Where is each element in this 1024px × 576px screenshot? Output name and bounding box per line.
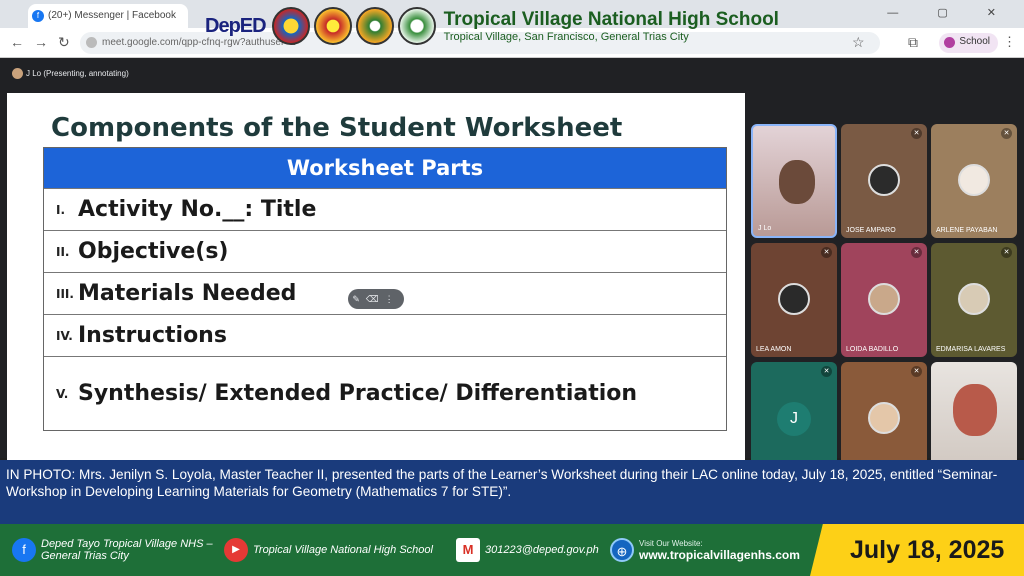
globe-icon: ⊕ <box>610 538 634 562</box>
site-info-icon[interactable] <box>86 37 97 48</box>
mic-off-icon: ✕ <box>821 247 832 258</box>
participant-avatar <box>958 283 990 315</box>
window-controls[interactable]: — ▢ ✕ <box>887 6 1014 19</box>
row-number: II. <box>56 244 70 259</box>
facebook-icon: f <box>12 538 36 562</box>
email-link[interactable]: M 301223@deped.gov.ph <box>456 524 606 576</box>
mic-off-icon: ✕ <box>821 366 832 377</box>
footer-bar: f Deped Tayo Tropical Village NHS – Gene… <box>0 524 1024 576</box>
browser-tab[interactable]: f (20+) Messenger | Facebook <box>28 4 188 28</box>
facebook-tab-icon: f <box>32 10 44 22</box>
table-row: II. Objective(s) <box>44 230 726 272</box>
facebook-link[interactable]: f Deped Tayo Tropical Village NHS – Gene… <box>12 524 222 576</box>
participant-tile[interactable]: ✕ <box>841 362 927 476</box>
youtube-icon: ▶ <box>224 538 248 562</box>
mic-off-icon: ✕ <box>911 128 922 139</box>
photo-caption: IN PHOTO: Mrs. Jenilyn S. Loyola, Master… <box>0 460 1024 524</box>
facebook-text: Deped Tayo Tropical Village NHS – Genera… <box>41 538 213 562</box>
extensions-icon[interactable]: ⧉ <box>908 34 918 51</box>
participant-initial: J <box>777 402 811 436</box>
row-text: Activity No.__: Title <box>78 197 317 222</box>
mic-off-icon: ✕ <box>911 247 922 258</box>
mic-off-icon: ✕ <box>1001 247 1012 258</box>
menu-icon[interactable]: ⋮ <box>1003 34 1016 50</box>
participant-tile[interactable]: ✕ LOIDA BADILLO <box>841 243 927 357</box>
youtube-link[interactable]: ▶ Tropical Village National High School <box>224 524 454 576</box>
presenter-label: J Lo (Presenting, annotating) <box>10 66 129 82</box>
website-link[interactable]: ⊕ Visit Our Website: www.tropicalvillage… <box>610 524 810 576</box>
participant-tile[interactable]: ✕ J <box>751 362 837 476</box>
school-header: DepED Tropical Village National High Sch… <box>205 4 779 48</box>
row-text: Objective(s) <box>78 239 229 264</box>
participant-name: ARLENE PAYABAN <box>936 227 998 234</box>
row-text: Instructions <box>78 323 227 348</box>
forward-icon[interactable]: → <box>34 34 48 50</box>
table-row: I. Activity No.__: Title <box>44 188 726 230</box>
gmail-icon: M <box>456 538 480 562</box>
participant-avatar <box>778 283 810 315</box>
division-seal-icon <box>355 7 394 45</box>
slide-title: Components of the Student Worksheet <box>51 113 623 143</box>
table-row: V. Synthesis/ Extended Practice/ Differe… <box>44 356 726 430</box>
row-number: III. <box>56 286 74 301</box>
school-address: Tropical Village, San Francisco, General… <box>443 31 689 43</box>
website-label: Visit Our Website: <box>639 538 703 548</box>
table-header: Worksheet Parts <box>44 148 726 188</box>
mic-off-icon: ✕ <box>911 366 922 377</box>
participant-avatar <box>868 164 900 196</box>
annotation-toolbar[interactable]: ✎⌫⋮ <box>348 289 404 309</box>
participant-name: LEA AMON <box>756 346 792 353</box>
row-number: V. <box>56 386 69 401</box>
participant-name: J Lo <box>758 225 772 232</box>
email-text: 301223@deped.gov.ph <box>485 544 599 556</box>
screen: f (20+) Messenger | Facebook — ▢ ✕ ← → ↻… <box>0 0 1024 576</box>
reload-icon[interactable]: ↻ <box>58 34 70 51</box>
table-row: IV. Instructions <box>44 314 726 356</box>
participant-tile[interactable]: J Lo <box>751 124 837 238</box>
row-number: IV. <box>56 328 73 343</box>
meet-area: J Lo (Presenting, annotating) Components… <box>0 58 1024 476</box>
participant-tile[interactable] <box>931 362 1017 476</box>
tab-title: (20+) Messenger | Facebook <box>48 10 176 21</box>
school-seal-icon <box>397 7 436 45</box>
row-number: I. <box>56 202 66 217</box>
general-trias-seal-icon <box>313 7 352 45</box>
participant-name: JOSE AMPARO <box>846 227 896 234</box>
participant-video <box>953 384 997 436</box>
website-url: www.tropicalvillagenhs.com <box>639 547 800 562</box>
youtube-text: Tropical Village National High School <box>253 544 433 556</box>
bookmark-star-icon[interactable]: ☆ <box>852 34 865 51</box>
participant-avatar <box>868 283 900 315</box>
back-icon[interactable]: ← <box>10 34 24 50</box>
participant-avatar <box>958 164 990 196</box>
row-text: Synthesis/ Extended Practice/ Differenti… <box>78 381 638 406</box>
bagong-pilipinas-seal-icon <box>271 7 310 45</box>
row-text: Materials Needed <box>78 281 297 306</box>
presenter-avatar <box>12 68 23 79</box>
school-title-block: Tropical Village National High School Tr… <box>444 9 779 43</box>
profile-button[interactable]: School <box>939 33 998 53</box>
deped-logo: DepED <box>205 14 267 37</box>
date-text: July 18, 2025 <box>850 536 1005 564</box>
participant-tile[interactable]: ✕ ARLENE PAYABAN <box>931 124 1017 238</box>
date-box: July 18, 2025 <box>810 524 1024 576</box>
participant-name: LOIDA BADILLO <box>846 346 899 353</box>
participant-avatar <box>868 402 900 434</box>
participant-tile[interactable]: ✕ EDMARISA LAVARES <box>931 243 1017 357</box>
participant-video <box>779 160 815 204</box>
shared-slide: Components of the Student Worksheet Work… <box>7 93 745 461</box>
participant-name: EDMARISA LAVARES <box>936 346 1006 353</box>
profile-label: School <box>959 36 990 47</box>
mic-off-icon: ✕ <box>1001 128 1012 139</box>
school-name: Tropical Village National High School <box>443 9 779 30</box>
participant-tile[interactable]: ✕ JOSE AMPARO <box>841 124 927 238</box>
participant-tile[interactable]: ✕ LEA AMON <box>751 243 837 357</box>
